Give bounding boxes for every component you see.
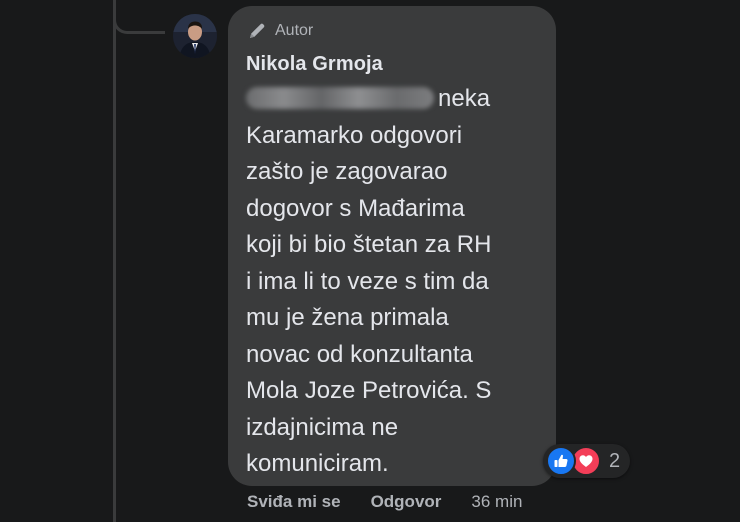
comment-thread: Autor Nikola Grmoja neka Karamarko odgov… (0, 0, 740, 522)
comment-actions: Sviđa mi se Odgovor 36 min (247, 492, 522, 512)
reactions-summary[interactable]: 2 (543, 444, 631, 478)
timestamp[interactable]: 36 min (471, 492, 522, 512)
avatar[interactable] (173, 14, 217, 58)
like-button[interactable]: Sviđa mi se (247, 492, 341, 512)
comment-body: neka Karamarko odgovori zašto je zagovar… (246, 81, 538, 483)
profile-photo-icon (173, 14, 217, 58)
author-badge: Autor (246, 20, 538, 42)
author-badge-label: Autor (275, 22, 314, 39)
pencil-icon (246, 20, 268, 42)
reply-button[interactable]: Odgovor (371, 492, 442, 512)
thread-branch-line (113, 0, 165, 34)
comment-text: neka Karamarko odgovori zašto je zagovar… (246, 85, 492, 477)
thread-line (113, 0, 116, 522)
like-icon (546, 446, 576, 476)
author-name[interactable]: Nikola Grmoja (246, 51, 538, 77)
comment-bubble: Autor Nikola Grmoja neka Karamarko odgov… (228, 6, 556, 486)
reaction-count: 2 (609, 449, 621, 472)
blurred-mention[interactable] (246, 87, 434, 109)
